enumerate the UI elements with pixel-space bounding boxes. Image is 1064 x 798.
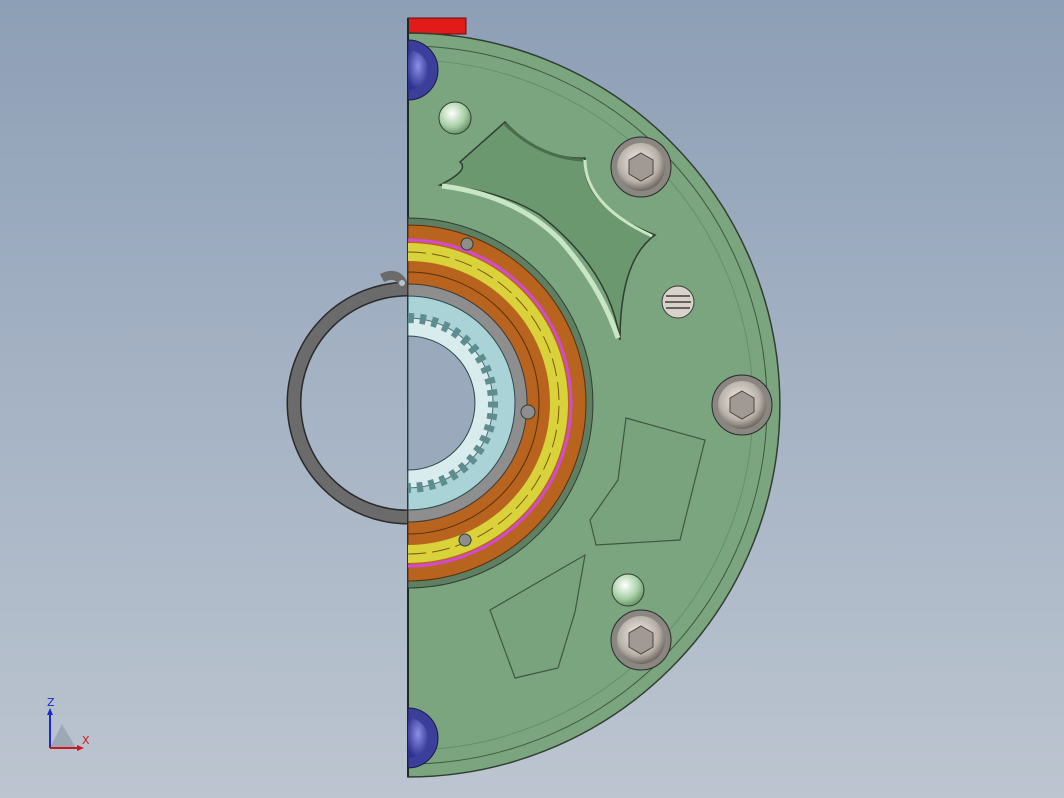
model-view[interactable] (0, 0, 1064, 798)
graphics-viewport[interactable]: Z X (0, 0, 1064, 798)
socket-head-bolt[interactable] (610, 136, 672, 198)
socket-head-bolt[interactable] (610, 609, 672, 671)
triad-x-label: X (82, 734, 90, 747)
threaded-plug[interactable] (661, 285, 695, 319)
coordinate-triad: Z X (38, 696, 108, 758)
socket-head-bolt[interactable] (711, 374, 773, 436)
red-tab (407, 17, 467, 35)
triad-z-label: Z (47, 696, 55, 709)
